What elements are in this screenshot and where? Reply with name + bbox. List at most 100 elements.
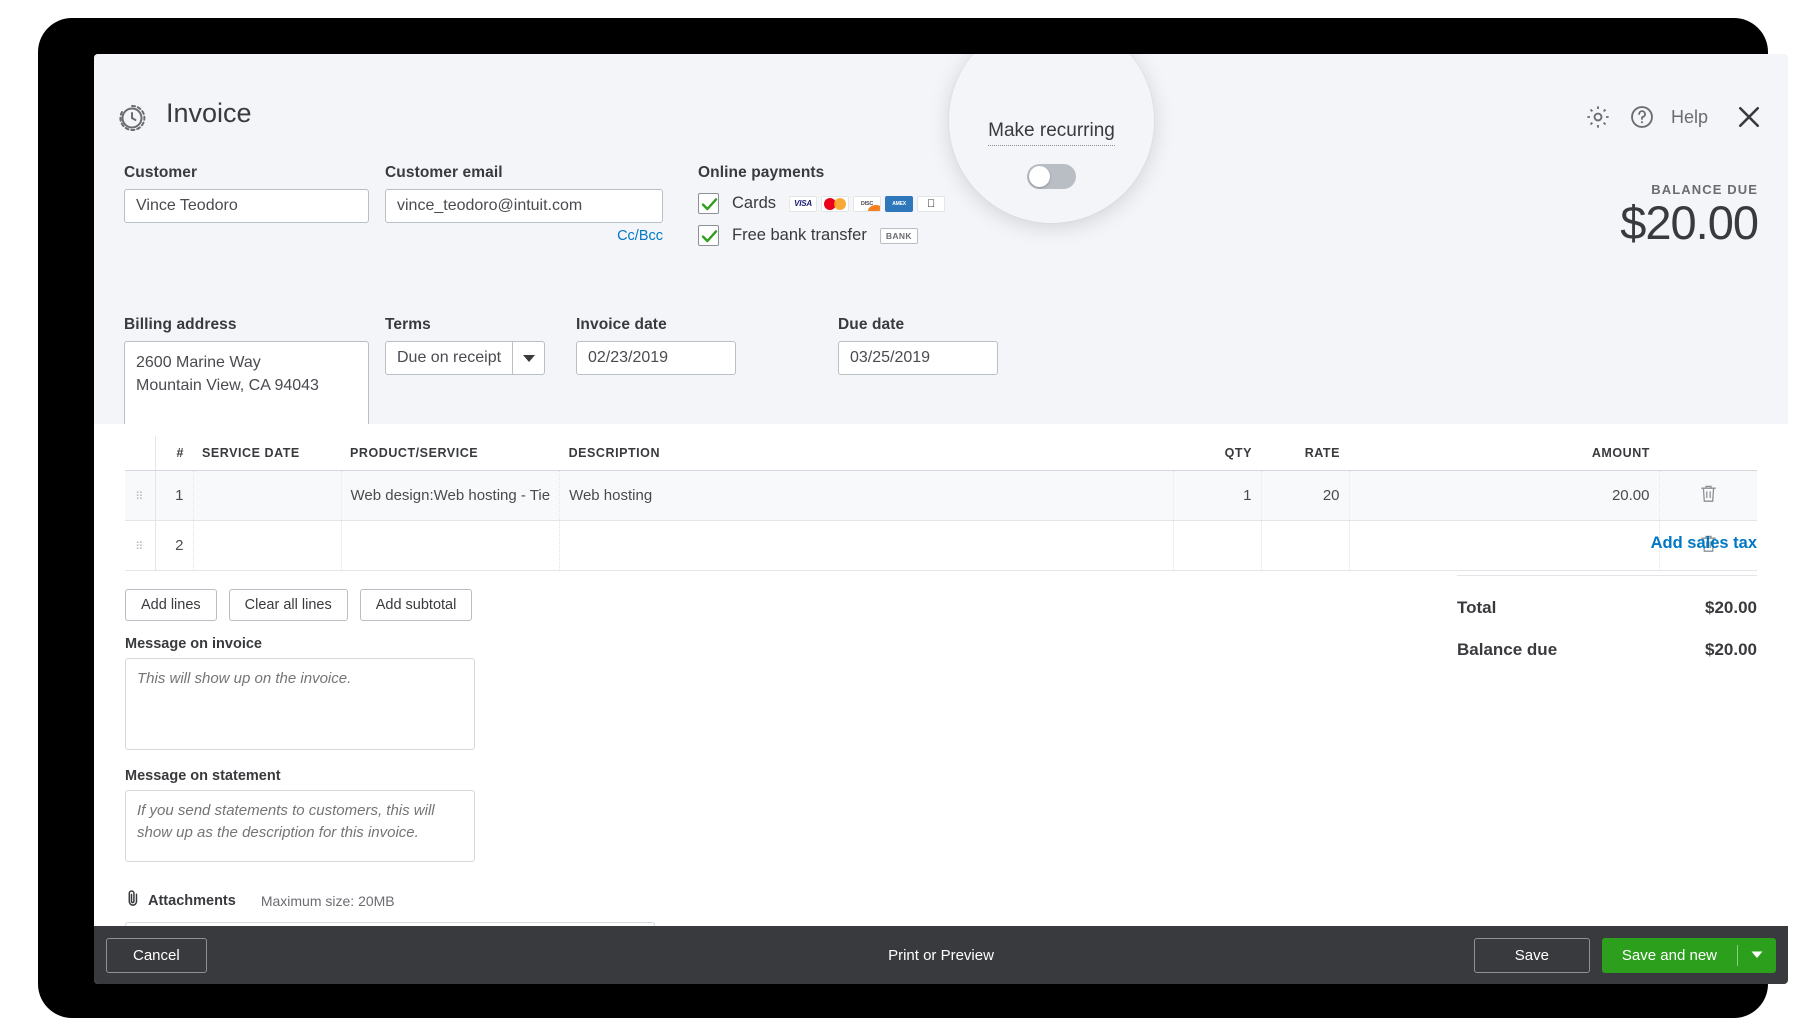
message-on-statement-input[interactable] <box>125 790 475 862</box>
balance-due-row-value: $20.00 <box>1705 640 1757 659</box>
col-service-date: SERVICE DATE <box>193 436 341 471</box>
trash-icon <box>1700 485 1716 502</box>
cards-label: Cards <box>732 194 777 212</box>
col-grip <box>125 436 156 471</box>
mastercard-icon <box>821 195 850 212</box>
col-qty: QTY <box>1173 436 1261 471</box>
grip-dots-icon: ⠿ <box>135 491 145 503</box>
balance-due-row: Balance due $20.00 <box>1457 640 1757 660</box>
col-actions <box>1659 436 1757 471</box>
row-description[interactable] <box>559 520 1174 571</box>
caret-down-icon[interactable] <box>1737 944 1776 966</box>
row-qty[interactable]: 1 <box>1173 470 1262 521</box>
row-drag-handle[interactable]: ⠿ <box>125 470 156 521</box>
close-icon[interactable] <box>1732 100 1766 134</box>
balance-due-amount: $20.00 <box>1620 196 1759 249</box>
amex-icon: AMEX <box>885 195 914 212</box>
cc-bcc-link[interactable]: Cc/Bcc <box>385 228 663 244</box>
add-lines-button[interactable]: Add lines <box>125 589 217 621</box>
row-qty[interactable] <box>1173 520 1262 571</box>
row-number: 2 <box>155 520 194 571</box>
header-actions: Help <box>1583 100 1766 134</box>
bank-transfer-checkbox[interactable] <box>698 225 719 246</box>
row-drag-handle[interactable]: ⠿ <box>125 520 156 571</box>
table-header-row: # SERVICE DATE PRODUCT/SERVICE DESCRIPTI… <box>125 436 1757 471</box>
row-rate[interactable]: 20 <box>1261 470 1350 521</box>
save-and-new-label: Save and new <box>1621 946 1717 964</box>
print-or-preview-button[interactable]: Print or Preview <box>888 947 994 964</box>
add-sales-tax-link[interactable]: Add sales tax <box>1457 534 1757 553</box>
app-screen: Invoice Help Customer Vince Teodoro Cust… <box>94 54 1788 984</box>
invoice-header-section: Invoice Help Customer Vince Teodoro Cust… <box>94 54 1788 427</box>
add-subtotal-button[interactable]: Add subtotal <box>359 589 473 621</box>
device-frame: Invoice Help Customer Vince Teodoro Cust… <box>38 18 1788 1018</box>
row-service-date[interactable] <box>193 520 342 571</box>
bank-transfer-payment-row: Free bank transfer BANK <box>698 225 1038 246</box>
balance-due-display: BALANCE DUE $20.00 <box>1620 182 1759 249</box>
col-product: PRODUCT/SERVICE <box>341 436 560 471</box>
billing-address-input[interactable]: 2600 Marine Way Mountain View, CA 94043 <box>124 341 369 427</box>
invoice-date-label: Invoice date <box>576 316 667 333</box>
make-recurring-toggle[interactable] <box>1027 164 1076 189</box>
col-rate: RATE <box>1261 436 1349 471</box>
terms-value: Due on receipt <box>397 349 502 366</box>
visa-icon: VISA <box>789 195 818 212</box>
due-date-input[interactable]: 03/25/2019 <box>838 341 998 375</box>
invoice-date-input[interactable]: 02/23/2019 <box>576 341 736 375</box>
applepay-icon:  <box>917 195 946 212</box>
attachments-label: Attachments <box>148 892 236 909</box>
customer-label: Customer <box>124 164 198 181</box>
paperclip-icon <box>125 889 141 912</box>
row-description[interactable]: Web hosting <box>559 470 1174 521</box>
recurring-clock-icon <box>116 102 148 134</box>
attachments-section: Attachments Maximum size: 20MB <box>125 889 395 912</box>
billing-address-line2: Mountain View, CA 94043 <box>136 377 319 395</box>
gear-icon[interactable] <box>1583 102 1613 132</box>
chevron-down-icon[interactable] <box>512 342 544 374</box>
total-label: Total <box>1457 598 1497 617</box>
help-label[interactable]: Help <box>1671 107 1708 128</box>
terms-select[interactable]: Due on receipt <box>385 341 545 375</box>
discover-icon: DISC <box>853 195 882 212</box>
invoice-date-group: Invoice date 02/23/2019 <box>576 316 736 375</box>
clear-all-lines-button[interactable]: Clear all lines <box>228 589 348 621</box>
make-recurring-label[interactable]: Make recurring <box>988 120 1115 146</box>
grip-dots-icon: ⠿ <box>135 541 145 553</box>
row-service-date[interactable] <box>193 470 342 521</box>
customer-email-input[interactable]: vince_teodoro@intuit.com <box>385 189 663 223</box>
message-on-invoice-input[interactable] <box>125 658 475 750</box>
col-amount: AMOUNT <box>1349 436 1659 471</box>
message-on-statement-label: Message on statement <box>125 768 281 784</box>
balance-due-label: BALANCE DUE <box>1651 182 1758 197</box>
save-and-new-button[interactable]: Save and new <box>1601 937 1776 973</box>
question-circle-icon[interactable] <box>1627 102 1657 132</box>
page-title: Invoice <box>166 98 252 128</box>
customer-input[interactable]: Vince Teodoro <box>124 189 369 223</box>
footer-action-bar: Cancel Print or Preview Save Save and ne… <box>94 926 1788 984</box>
billing-address-group: Billing address 2600 Marine Way Mountain… <box>124 316 369 427</box>
message-on-invoice-label: Message on invoice <box>125 636 262 652</box>
message-on-statement-group: Message on statement <box>125 768 475 867</box>
cards-checkbox[interactable] <box>698 193 719 214</box>
invoice-body-section: # SERVICE DATE PRODUCT/SERVICE DESCRIPTI… <box>94 424 1788 962</box>
row-product[interactable]: Web design:Web hosting - Tie <box>341 470 561 521</box>
row-delete-button[interactable] <box>1659 470 1757 521</box>
row-rate[interactable] <box>1261 520 1350 571</box>
message-on-invoice-group: Message on invoice <box>125 636 475 755</box>
save-button[interactable]: Save <box>1473 937 1590 973</box>
totals-divider <box>1457 575 1757 576</box>
billing-address-label: Billing address <box>124 316 237 333</box>
customer-email-field-group: Customer email vince_teodoro@intuit.com … <box>385 164 663 244</box>
customer-email-label: Customer email <box>385 164 503 181</box>
terms-label: Terms <box>385 316 431 333</box>
col-number: # <box>155 436 193 471</box>
customer-field-group: Customer Vince Teodoro <box>124 164 369 223</box>
table-row[interactable]: ⠿ 1 Web design:Web hosting - Tie Web hos… <box>125 470 1757 521</box>
balance-due-row-label: Balance due <box>1457 640 1558 659</box>
footer-save-actions: Save Save and new <box>1473 937 1776 973</box>
row-product[interactable] <box>341 520 561 571</box>
totals-section: Add sales tax Total $20.00 Balance due $… <box>1457 534 1757 660</box>
cancel-button[interactable]: Cancel <box>106 937 207 973</box>
row-amount[interactable]: 20.00 <box>1349 470 1660 521</box>
terms-group: Terms Due on receipt <box>385 316 545 375</box>
